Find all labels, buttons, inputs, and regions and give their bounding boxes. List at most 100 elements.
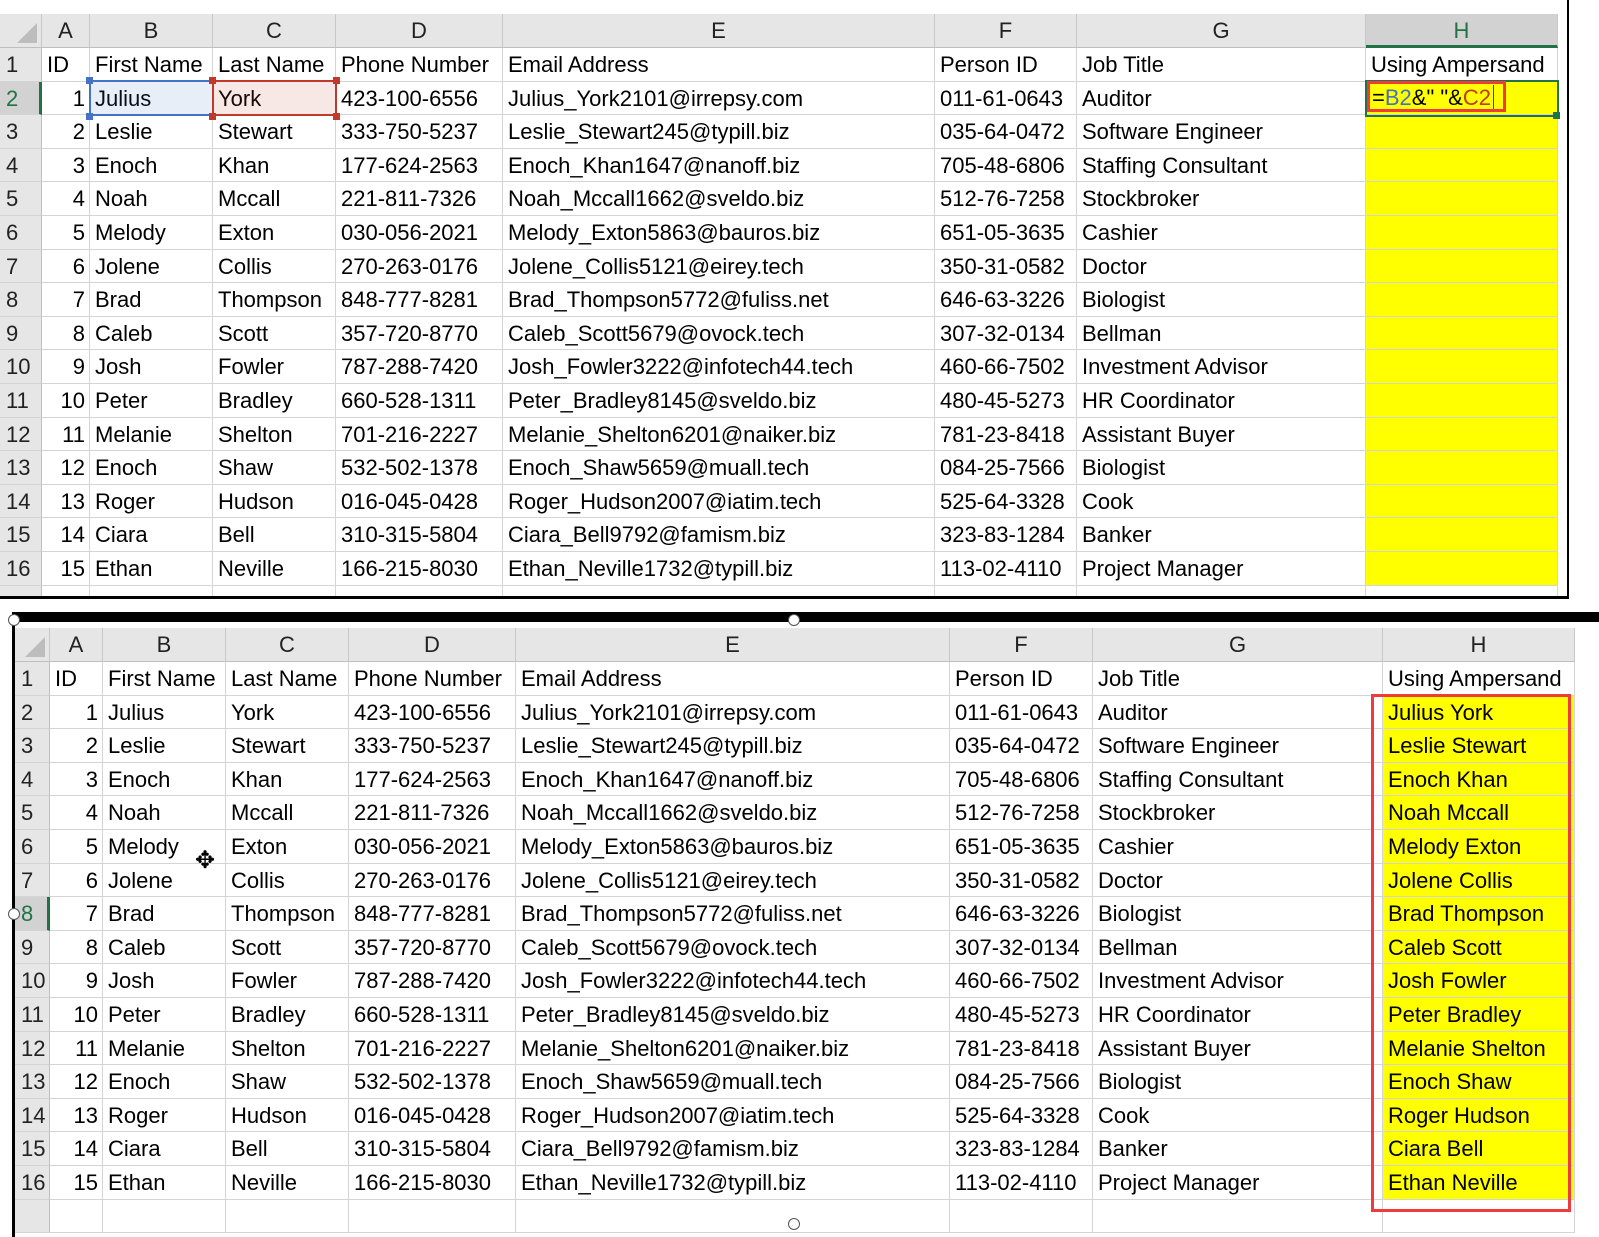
cell-g[interactable]: Biologist: [1093, 897, 1383, 931]
cell-c[interactable]: Shaw: [213, 451, 336, 485]
cell-f[interactable]: 480-45-5273: [950, 998, 1093, 1032]
cell-empty[interactable]: [103, 1199, 226, 1234]
cell-b[interactable]: Enoch: [90, 451, 213, 485]
cell-e[interactable]: Leslie_Stewart245@typill.biz: [516, 729, 950, 763]
cell-e[interactable]: Enoch_Khan1647@nanoff.biz: [503, 148, 935, 183]
cell-b[interactable]: Caleb: [90, 316, 213, 351]
cell-d[interactable]: 787-288-7420: [349, 964, 516, 998]
cell-c[interactable]: Neville: [213, 552, 336, 586]
cell-h[interactable]: [1366, 115, 1558, 149]
row-header-5[interactable]: 5: [0, 182, 42, 216]
row-header-2[interactable]: 2: [0, 81, 42, 116]
cell-h[interactable]: [1366, 182, 1558, 216]
cell-empty[interactable]: [516, 1199, 950, 1234]
cell-empty[interactable]: [42, 585, 90, 596]
cell-c[interactable]: Mccall: [213, 182, 336, 216]
cell-d[interactable]: 016-045-0428: [336, 484, 503, 519]
cell-d[interactable]: 310-315-5804: [336, 518, 503, 552]
cell-f[interactable]: 781-23-8418: [950, 1031, 1093, 1066]
cell-c[interactable]: Bradley: [226, 998, 349, 1032]
cell-b[interactable]: Jolene: [90, 249, 213, 284]
cell-d[interactable]: 848-777-8281: [336, 283, 503, 317]
cell-a[interactable]: 10: [42, 384, 90, 418]
ref-c-handle[interactable]: [209, 113, 216, 120]
header-cell-f[interactable]: Person ID: [950, 662, 1093, 696]
cell-b[interactable]: Roger: [103, 1098, 226, 1133]
cell-f[interactable]: 307-32-0134: [950, 930, 1093, 965]
cell-d[interactable]: 532-502-1378: [349, 1065, 516, 1099]
cell-c[interactable]: Stewart: [213, 115, 336, 149]
cell-a[interactable]: 8: [42, 316, 90, 351]
cell-empty[interactable]: [935, 585, 1077, 596]
cell-e[interactable]: Enoch_Khan1647@nanoff.biz: [516, 762, 950, 797]
cell-b[interactable]: Leslie: [90, 115, 213, 149]
cell-f[interactable]: 307-32-0134: [935, 316, 1077, 351]
cell-c[interactable]: Collis: [213, 249, 336, 284]
cell-c[interactable]: Mccall: [226, 796, 349, 830]
cell-e[interactable]: Brad_Thompson5772@fuliss.net: [503, 283, 935, 317]
cell-b[interactable]: Julius: [103, 695, 226, 730]
cell-g[interactable]: Staffing Consultant: [1077, 148, 1366, 183]
cell-a[interactable]: 13: [42, 484, 90, 519]
cell-e[interactable]: Caleb_Scott5679@ovock.tech: [516, 930, 950, 965]
cell-c[interactable]: Exton: [213, 216, 336, 250]
cell-empty[interactable]: [349, 1199, 516, 1234]
cell-g[interactable]: Software Engineer: [1077, 115, 1366, 149]
cell-e[interactable]: Brad_Thompson5772@fuliss.net: [516, 897, 950, 931]
cell-c[interactable]: Fowler: [213, 350, 336, 384]
cell-h[interactable]: [1366, 518, 1558, 552]
column-header-h[interactable]: H: [1366, 14, 1558, 48]
cell-f[interactable]: 323-83-1284: [950, 1132, 1093, 1166]
ref-c-handle[interactable]: [333, 113, 340, 120]
column-header-g[interactable]: G: [1077, 14, 1366, 48]
cell-f[interactable]: 651-05-3635: [950, 830, 1093, 864]
cell-f[interactable]: 646-63-3226: [935, 283, 1077, 317]
cell-a[interactable]: 1: [50, 695, 103, 730]
cell-d[interactable]: 221-811-7326: [349, 796, 516, 830]
cell-f[interactable]: 651-05-3635: [935, 216, 1077, 250]
cell-f[interactable]: 035-64-0472: [935, 115, 1077, 149]
cell-g[interactable]: Doctor: [1093, 863, 1383, 898]
cell-g[interactable]: Project Manager: [1077, 552, 1366, 586]
header-cell-e[interactable]: Email Address: [516, 662, 950, 696]
header-cell-d[interactable]: Phone Number: [336, 48, 503, 82]
cell-c[interactable]: Khan: [226, 762, 349, 797]
cell-g[interactable]: HR Coordinator: [1077, 384, 1366, 418]
header-cell-f[interactable]: Person ID: [935, 48, 1077, 82]
cell-e[interactable]: Jolene_Collis5121@eirey.tech: [503, 249, 935, 284]
row-header-12[interactable]: 12: [0, 417, 42, 452]
cell-f[interactable]: 035-64-0472: [950, 729, 1093, 763]
cell-b[interactable]: Ciara: [103, 1132, 226, 1166]
cell-d[interactable]: 701-216-2227: [349, 1031, 516, 1066]
cell-f[interactable]: 011-61-0643: [950, 695, 1093, 730]
cell-f[interactable]: 084-25-7566: [950, 1065, 1093, 1099]
resize-handle-icon[interactable]: [8, 614, 20, 626]
cell-g[interactable]: HR Coordinator: [1093, 998, 1383, 1032]
cell-g[interactable]: Project Manager: [1093, 1166, 1383, 1200]
cell-g[interactable]: Assistant Buyer: [1077, 417, 1366, 452]
cell-b[interactable]: Leslie: [103, 729, 226, 763]
cell-b[interactable]: Josh: [90, 350, 213, 384]
cell-a[interactable]: 2: [50, 729, 103, 763]
header-cell-e[interactable]: Email Address: [503, 48, 935, 82]
cell-a[interactable]: 11: [50, 1031, 103, 1066]
cell-h[interactable]: [1366, 552, 1558, 586]
cell-e[interactable]: Leslie_Stewart245@typill.biz: [503, 115, 935, 149]
row-header-7[interactable]: 7: [15, 863, 50, 898]
cell-d[interactable]: 532-502-1378: [336, 451, 503, 485]
row-header-6[interactable]: 6: [0, 216, 42, 250]
cell-f[interactable]: 480-45-5273: [935, 384, 1077, 418]
cell-b[interactable]: Enoch: [103, 1065, 226, 1099]
cell-empty[interactable]: [950, 1199, 1093, 1234]
row-header-9[interactable]: 9: [15, 930, 50, 965]
cell-d[interactable]: 333-750-5237: [336, 115, 503, 149]
cell-e[interactable]: Noah_Mccall1662@sveldo.biz: [516, 796, 950, 830]
cell-f[interactable]: 781-23-8418: [935, 417, 1077, 452]
cell-d[interactable]: 423-100-6556: [349, 695, 516, 730]
column-header-d[interactable]: D: [349, 628, 516, 662]
resize-handle-icon[interactable]: [8, 908, 20, 920]
row-header-15[interactable]: 15: [0, 518, 42, 552]
cell-d[interactable]: 357-720-8770: [336, 316, 503, 351]
cell-g[interactable]: Banker: [1093, 1132, 1383, 1166]
cell-e[interactable]: Peter_Bradley8145@sveldo.biz: [516, 998, 950, 1032]
